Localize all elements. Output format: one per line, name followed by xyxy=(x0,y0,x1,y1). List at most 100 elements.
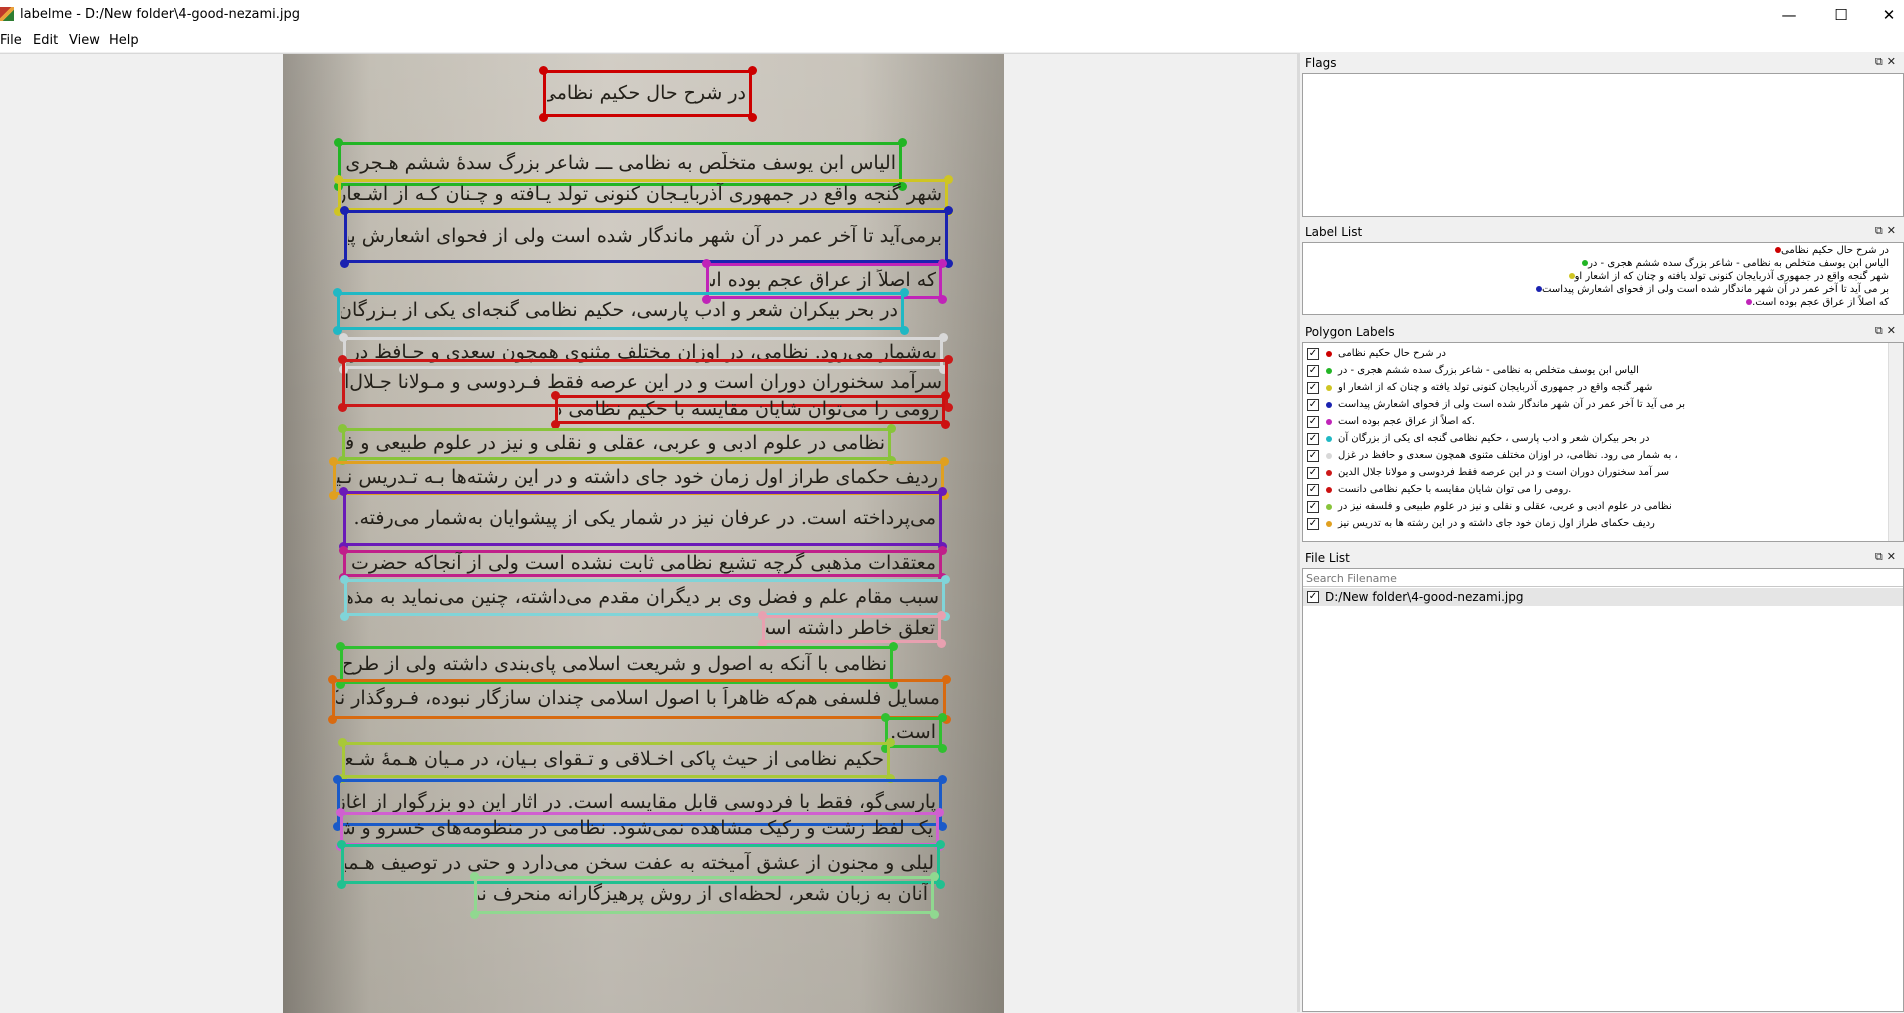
shape-vertex-handle[interactable] xyxy=(941,575,950,584)
file-checkbox[interactable]: ✓ xyxy=(1307,591,1319,603)
label-list-item[interactable]: در شرح حال حکیم نظامی xyxy=(1771,245,1889,256)
shape-vertex-handle[interactable] xyxy=(938,259,947,268)
shape-vertex-handle[interactable] xyxy=(941,420,950,429)
shape-vertex-handle[interactable] xyxy=(935,808,944,817)
dock-float-close-icons[interactable]: ⧉✕ xyxy=(1875,550,1900,564)
shape-vertex-handle[interactable] xyxy=(887,424,896,433)
shape-vertex-handle[interactable] xyxy=(333,775,342,784)
file-list-item[interactable]: ✓ D:/New folder\4-good-nezami.jpg xyxy=(1303,588,1903,606)
shape-vertex-handle[interactable] xyxy=(886,738,895,747)
shape-vertex-handle[interactable] xyxy=(337,840,346,849)
shape-vertex-handle[interactable] xyxy=(328,675,337,684)
shape-vertex-handle[interactable] xyxy=(938,822,947,831)
shape-vertex-handle[interactable] xyxy=(339,546,348,555)
polygon-visibility-checkbox[interactable]: ✓ xyxy=(1307,517,1319,530)
shape-vertex-handle[interactable] xyxy=(329,491,338,500)
label-list-item[interactable]: الیاس ابن یوسف متخلص به نظامی - شاعر بزر… xyxy=(1578,258,1889,269)
shape-vertex-handle[interactable] xyxy=(937,611,946,620)
shape-vertex-handle[interactable] xyxy=(942,675,951,684)
shape-vertex-handle[interactable] xyxy=(340,575,349,584)
shape-vertex-handle[interactable] xyxy=(748,66,757,75)
menu-edit[interactable]: Edit xyxy=(33,33,58,48)
polygon-visibility-checkbox[interactable]: ✓ xyxy=(1307,500,1319,513)
shape-vertex-handle[interactable] xyxy=(941,391,950,400)
shape-vertex-handle[interactable] xyxy=(930,872,939,881)
shape-vertex-handle[interactable] xyxy=(551,391,560,400)
maximize-button[interactable]: ☐ xyxy=(1818,0,1864,30)
shape-vertex-handle[interactable] xyxy=(539,113,548,122)
polygon-visibility-checkbox[interactable]: ✓ xyxy=(1307,381,1319,394)
shape-vertex-handle[interactable] xyxy=(936,880,945,889)
shape-vertex-handle[interactable] xyxy=(939,333,948,342)
polygon-label-row[interactable]: ✓ رومی را می توان شایان مقایسه با حکیم نظ… xyxy=(1307,481,1571,498)
shape-vertex-handle[interactable] xyxy=(937,639,946,648)
shape-vertex-handle[interactable] xyxy=(338,355,347,364)
menu-help[interactable]: Help xyxy=(109,33,139,48)
shape-vertex-handle[interactable] xyxy=(339,487,348,496)
shape-vertex-handle[interactable] xyxy=(936,840,945,849)
search-filename-input[interactable]: Search Filename xyxy=(1303,569,1903,587)
shape-vertex-handle[interactable] xyxy=(889,642,898,651)
polygon-labels-panel[interactable]: ✓ در شرح حال حکیم نظامی ✓ الیاس ابن یوسف مت… xyxy=(1302,342,1904,542)
shape-vertex-handle[interactable] xyxy=(898,138,907,147)
close-button[interactable]: ✕ xyxy=(1866,0,1904,30)
polygon-label-row[interactable]: ✓ به شمار می رود. نظامی، در اوزان مختلف م… xyxy=(1307,447,1678,464)
shape-vertex-handle[interactable] xyxy=(328,715,337,724)
polygon-label-row[interactable]: ✓ شهر گنجه واقع در جمهوری آذربایجان کنونی… xyxy=(1307,379,1652,396)
shape-vertex-handle[interactable] xyxy=(340,612,349,621)
dock-float-close-icons[interactable]: ⧉✕ xyxy=(1875,55,1900,69)
polygon-label-row[interactable]: ✓ در بحر بیکران شعر و ادب پارسی ، حکیم نظ… xyxy=(1307,430,1649,447)
polygon-label-row[interactable]: ✓ بر می آید تا آخر عمر در آن شهر ماندگار … xyxy=(1307,396,1685,413)
polygon-label-row[interactable]: ✓ سر آمد سخنوران دوران است و در این عرصه … xyxy=(1307,464,1669,481)
shape-vertex-handle[interactable] xyxy=(339,333,348,342)
shape-vertex-handle[interactable] xyxy=(336,808,345,817)
polygon-visibility-checkbox[interactable]: ✓ xyxy=(1307,449,1319,462)
shape-vertex-handle[interactable] xyxy=(334,138,343,147)
shape-vertex-handle[interactable] xyxy=(938,713,947,722)
shape-vertex-handle[interactable] xyxy=(944,355,953,364)
shape-vertex-handle[interactable] xyxy=(944,403,953,412)
shape-vertex-handle[interactable] xyxy=(938,487,947,496)
minimize-button[interactable]: — xyxy=(1766,0,1812,30)
polygon-visibility-checkbox[interactable]: ✓ xyxy=(1307,347,1319,360)
shape-vertex-handle[interactable] xyxy=(336,642,345,651)
shape-vertex-handle[interactable] xyxy=(702,259,711,268)
shape-vertex-handle[interactable] xyxy=(938,775,947,784)
polygon-visibility-checkbox[interactable]: ✓ xyxy=(1307,398,1319,411)
polygon-label-row[interactable]: ✓ که اصلاً از عراق عجم بوده است. xyxy=(1307,413,1475,430)
dock-float-close-icons[interactable]: ⧉✕ xyxy=(1875,324,1900,338)
label-list-item[interactable]: که اصلاً از عراق عجم بوده است. xyxy=(1742,297,1889,308)
shape-vertex-handle[interactable] xyxy=(340,259,349,268)
polygon-label-row[interactable]: ✓ در شرح حال حکیم نظامی xyxy=(1307,345,1446,362)
polygon-label-row[interactable]: ✓ الیاس ابن یوسف متخلص به نظامی - شاعر بز… xyxy=(1307,362,1639,379)
shape-vertex-handle[interactable] xyxy=(338,403,347,412)
annotation-canvas[interactable]: در شرح حال حکیم نظامی الیاس ابن یوسف متخل… xyxy=(0,53,1297,1013)
polygon-visibility-checkbox[interactable]: ✓ xyxy=(1307,466,1319,479)
menu-file[interactable]: File xyxy=(0,33,22,48)
polygon-label-row[interactable]: ✓ ردیف حکمای طراز اول زمان خود جای داشته … xyxy=(1307,515,1655,532)
shape-vertex-handle[interactable] xyxy=(334,175,343,184)
shape-vertex-handle[interactable] xyxy=(900,326,909,335)
shape-vertex-handle[interactable] xyxy=(470,872,479,881)
shape-vertex-handle[interactable] xyxy=(881,713,890,722)
shape-vertex-handle[interactable] xyxy=(938,295,947,304)
label-list-panel[interactable]: در شرح حال حکیم نظامی الیاس ابن یوسف متخل… xyxy=(1302,242,1904,315)
shape-vertex-handle[interactable] xyxy=(470,910,479,919)
polygon-visibility-checkbox[interactable]: ✓ xyxy=(1307,364,1319,377)
shape-vertex-handle[interactable] xyxy=(940,457,949,466)
shape-vertex-handle[interactable] xyxy=(338,424,347,433)
shape-vertex-handle[interactable] xyxy=(539,66,548,75)
polygon-labels-scrollbar[interactable] xyxy=(1888,343,1903,541)
shape-vertex-handle[interactable] xyxy=(758,611,767,620)
shape-vertex-handle[interactable] xyxy=(930,910,939,919)
polygon-visibility-checkbox[interactable]: ✓ xyxy=(1307,483,1319,496)
shape-vertex-handle[interactable] xyxy=(340,206,349,215)
polygon-visibility-checkbox[interactable]: ✓ xyxy=(1307,415,1319,428)
shape-vertex-handle[interactable] xyxy=(900,288,909,297)
shape-vertex-handle[interactable] xyxy=(329,457,338,466)
shape-vertex-handle[interactable] xyxy=(748,113,757,122)
shape-vertex-handle[interactable] xyxy=(938,546,947,555)
dock-float-close-icons[interactable]: ⧉✕ xyxy=(1875,224,1900,238)
shape-vertex-handle[interactable] xyxy=(944,206,953,215)
polygon-visibility-checkbox[interactable]: ✓ xyxy=(1307,432,1319,445)
